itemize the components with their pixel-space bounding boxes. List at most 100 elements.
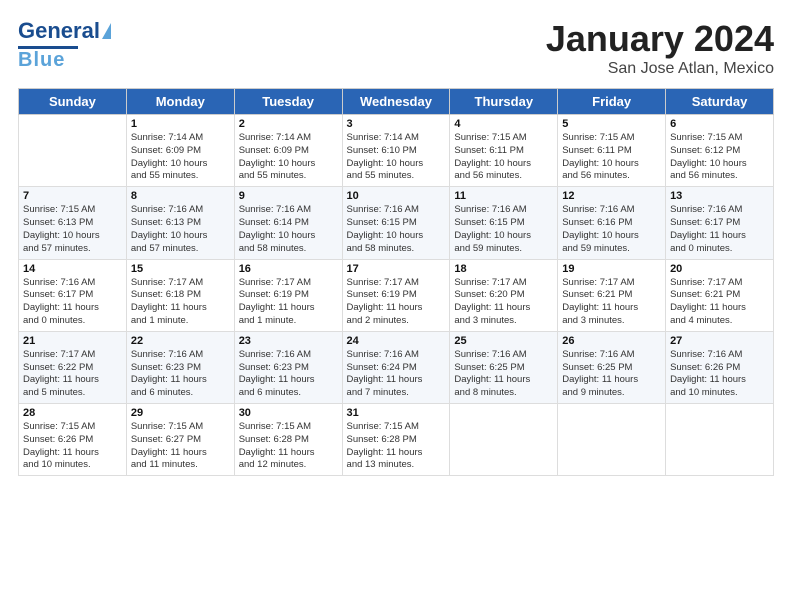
logo: General Blue bbox=[18, 18, 111, 72]
day-number: 21 bbox=[23, 335, 122, 347]
day-number: 28 bbox=[23, 407, 122, 419]
day-number: 10 bbox=[347, 190, 446, 202]
day-number: 23 bbox=[239, 335, 338, 347]
calendar-cell: 14 Sunrise: 7:16 AM Sunset: 6:17 PM Dayli… bbox=[19, 259, 127, 331]
day-number: 13 bbox=[670, 190, 769, 202]
calendar-cell: 25 Sunrise: 7:16 AM Sunset: 6:25 PM Dayli… bbox=[450, 331, 558, 403]
calendar-week-5: 28 Sunrise: 7:15 AM Sunset: 6:26 PM Dayli… bbox=[19, 404, 774, 476]
day-number: 12 bbox=[562, 190, 661, 202]
day-info: Sunrise: 7:17 AM Sunset: 6:18 PM Dayligh… bbox=[131, 277, 230, 328]
day-number: 31 bbox=[347, 407, 446, 419]
calendar-cell: 2Sunrise: 7:14 AM Sunset: 6:09 PM Daylig… bbox=[234, 115, 342, 187]
day-number: 20 bbox=[670, 263, 769, 275]
calendar-cell: 29 Sunrise: 7:15 AM Sunset: 6:27 PM Dayli… bbox=[126, 404, 234, 476]
calendar-cell: 11 Sunrise: 7:16 AM Sunset: 6:15 PM Dayli… bbox=[450, 187, 558, 259]
calendar-week-3: 14 Sunrise: 7:16 AM Sunset: 6:17 PM Dayli… bbox=[19, 259, 774, 331]
day-info: Sunrise: 7:16 AM Sunset: 6:15 PM Dayligh… bbox=[347, 204, 446, 255]
header-row: Sunday Monday Tuesday Wednesday Thursday… bbox=[19, 89, 774, 115]
day-info: Sunrise: 7:16 AM Sunset: 6:23 PM Dayligh… bbox=[131, 349, 230, 400]
day-info: Sunrise: 7:16 AM Sunset: 6:25 PM Dayligh… bbox=[562, 349, 661, 400]
day-number: 7 bbox=[23, 190, 122, 202]
logo-triangle-icon bbox=[102, 23, 111, 39]
calendar-cell: 9Sunrise: 7:16 AM Sunset: 6:14 PM Daylig… bbox=[234, 187, 342, 259]
day-number: 22 bbox=[131, 335, 230, 347]
day-number: 11 bbox=[454, 190, 553, 202]
calendar-cell: 5Sunrise: 7:15 AM Sunset: 6:11 PM Daylig… bbox=[558, 115, 666, 187]
day-info: Sunrise: 7:17 AM Sunset: 6:21 PM Dayligh… bbox=[670, 277, 769, 328]
day-info: Sunrise: 7:15 AM Sunset: 6:11 PM Dayligh… bbox=[454, 132, 553, 183]
calendar-cell: 1Sunrise: 7:14 AM Sunset: 6:09 PM Daylig… bbox=[126, 115, 234, 187]
calendar-cell: 16 Sunrise: 7:17 AM Sunset: 6:19 PM Dayli… bbox=[234, 259, 342, 331]
day-info: Sunrise: 7:16 AM Sunset: 6:16 PM Dayligh… bbox=[562, 204, 661, 255]
day-info: Sunrise: 7:15 AM Sunset: 6:13 PM Dayligh… bbox=[23, 204, 122, 255]
calendar-cell: 13 Sunrise: 7:16 AM Sunset: 6:17 PM Dayli… bbox=[666, 187, 774, 259]
day-info: Sunrise: 7:14 AM Sunset: 6:10 PM Dayligh… bbox=[347, 132, 446, 183]
calendar-cell: 28 Sunrise: 7:15 AM Sunset: 6:26 PM Dayli… bbox=[19, 404, 127, 476]
day-number: 18 bbox=[454, 263, 553, 275]
calendar-week-4: 21 Sunrise: 7:17 AM Sunset: 6:22 PM Dayli… bbox=[19, 331, 774, 403]
calendar-cell bbox=[450, 404, 558, 476]
calendar-cell: 7 Sunrise: 7:15 AM Sunset: 6:13 PM Daylig… bbox=[19, 187, 127, 259]
day-number: 3 bbox=[347, 118, 446, 130]
calendar-cell bbox=[19, 115, 127, 187]
day-info: Sunrise: 7:17 AM Sunset: 6:21 PM Dayligh… bbox=[562, 277, 661, 328]
calendar-week-1: 1Sunrise: 7:14 AM Sunset: 6:09 PM Daylig… bbox=[19, 115, 774, 187]
day-info: Sunrise: 7:16 AM Sunset: 6:15 PM Dayligh… bbox=[454, 204, 553, 255]
day-info: Sunrise: 7:15 AM Sunset: 6:28 PM Dayligh… bbox=[347, 421, 446, 472]
day-info: Sunrise: 7:17 AM Sunset: 6:19 PM Dayligh… bbox=[347, 277, 446, 328]
calendar-cell bbox=[558, 404, 666, 476]
day-number: 6 bbox=[670, 118, 769, 130]
col-sunday: Sunday bbox=[19, 89, 127, 115]
day-info: Sunrise: 7:14 AM Sunset: 6:09 PM Dayligh… bbox=[239, 132, 338, 183]
day-info: Sunrise: 7:15 AM Sunset: 6:28 PM Dayligh… bbox=[239, 421, 338, 472]
calendar-cell: 15 Sunrise: 7:17 AM Sunset: 6:18 PM Dayli… bbox=[126, 259, 234, 331]
day-info: Sunrise: 7:15 AM Sunset: 6:12 PM Dayligh… bbox=[670, 132, 769, 183]
day-number: 29 bbox=[131, 407, 230, 419]
day-number: 15 bbox=[131, 263, 230, 275]
day-info: Sunrise: 7:16 AM Sunset: 6:17 PM Dayligh… bbox=[670, 204, 769, 255]
day-number: 25 bbox=[454, 335, 553, 347]
col-friday: Friday bbox=[558, 89, 666, 115]
calendar-cell: 31 Sunrise: 7:15 AM Sunset: 6:28 PM Dayli… bbox=[342, 404, 450, 476]
day-info: Sunrise: 7:16 AM Sunset: 6:13 PM Dayligh… bbox=[131, 204, 230, 255]
calendar-cell: 30Sunrise: 7:15 AM Sunset: 6:28 PM Dayli… bbox=[234, 404, 342, 476]
col-monday: Monday bbox=[126, 89, 234, 115]
logo-general: General bbox=[18, 18, 100, 44]
calendar-cell: 21 Sunrise: 7:17 AM Sunset: 6:22 PM Dayli… bbox=[19, 331, 127, 403]
day-info: Sunrise: 7:15 AM Sunset: 6:11 PM Dayligh… bbox=[562, 132, 661, 183]
calendar-cell: 27Sunrise: 7:16 AM Sunset: 6:26 PM Dayli… bbox=[666, 331, 774, 403]
calendar-cell: 8 Sunrise: 7:16 AM Sunset: 6:13 PM Daylig… bbox=[126, 187, 234, 259]
calendar-cell: 4 Sunrise: 7:15 AM Sunset: 6:11 PM Daylig… bbox=[450, 115, 558, 187]
calendar-cell: 12 Sunrise: 7:16 AM Sunset: 6:16 PM Dayli… bbox=[558, 187, 666, 259]
day-info: Sunrise: 7:15 AM Sunset: 6:26 PM Dayligh… bbox=[23, 421, 122, 472]
day-info: Sunrise: 7:17 AM Sunset: 6:19 PM Dayligh… bbox=[239, 277, 338, 328]
day-info: Sunrise: 7:16 AM Sunset: 6:17 PM Dayligh… bbox=[23, 277, 122, 328]
day-number: 9 bbox=[239, 190, 338, 202]
calendar-cell: 3 Sunrise: 7:14 AM Sunset: 6:10 PM Daylig… bbox=[342, 115, 450, 187]
day-info: Sunrise: 7:15 AM Sunset: 6:27 PM Dayligh… bbox=[131, 421, 230, 472]
col-tuesday: Tuesday bbox=[234, 89, 342, 115]
day-number: 14 bbox=[23, 263, 122, 275]
subtitle: San Jose Atlan, Mexico bbox=[546, 60, 774, 78]
day-number: 16 bbox=[239, 263, 338, 275]
day-info: Sunrise: 7:16 AM Sunset: 6:25 PM Dayligh… bbox=[454, 349, 553, 400]
day-number: 8 bbox=[131, 190, 230, 202]
calendar-cell: 26 Sunrise: 7:16 AM Sunset: 6:25 PM Dayli… bbox=[558, 331, 666, 403]
day-info: Sunrise: 7:16 AM Sunset: 6:23 PM Dayligh… bbox=[239, 349, 338, 400]
logo-blue: Blue bbox=[18, 49, 65, 72]
calendar-cell: 19 Sunrise: 7:17 AM Sunset: 6:21 PM Dayli… bbox=[558, 259, 666, 331]
day-number: 4 bbox=[454, 118, 553, 130]
calendar-week-2: 7 Sunrise: 7:15 AM Sunset: 6:13 PM Daylig… bbox=[19, 187, 774, 259]
calendar-cell bbox=[666, 404, 774, 476]
col-saturday: Saturday bbox=[666, 89, 774, 115]
calendar-cell: 20 Sunrise: 7:17 AM Sunset: 6:21 PM Dayli… bbox=[666, 259, 774, 331]
title-block: January 2024 San Jose Atlan, Mexico bbox=[546, 18, 774, 78]
calendar-cell: 17 Sunrise: 7:17 AM Sunset: 6:19 PM Dayli… bbox=[342, 259, 450, 331]
day-info: Sunrise: 7:17 AM Sunset: 6:22 PM Dayligh… bbox=[23, 349, 122, 400]
day-number: 19 bbox=[562, 263, 661, 275]
day-number: 17 bbox=[347, 263, 446, 275]
day-number: 27 bbox=[670, 335, 769, 347]
day-number: 26 bbox=[562, 335, 661, 347]
calendar-cell: 18Sunrise: 7:17 AM Sunset: 6:20 PM Dayli… bbox=[450, 259, 558, 331]
day-info: Sunrise: 7:16 AM Sunset: 6:24 PM Dayligh… bbox=[347, 349, 446, 400]
